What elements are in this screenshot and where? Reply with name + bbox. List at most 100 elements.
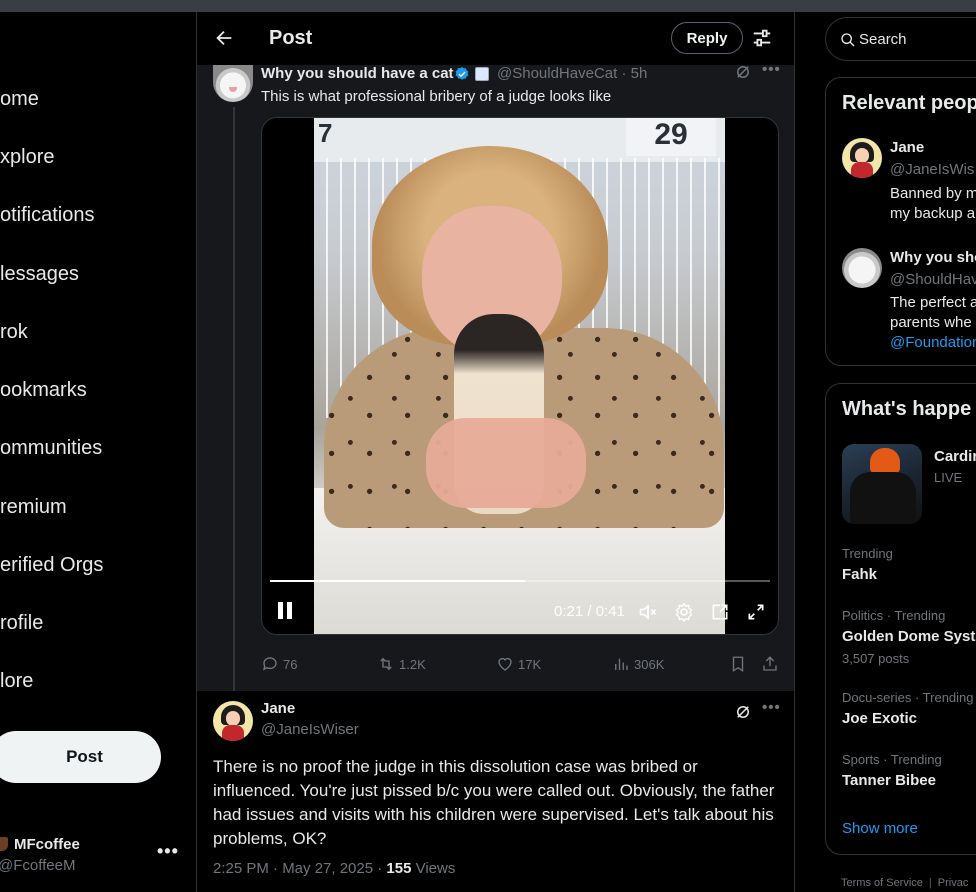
post-button[interactable]: Post — [0, 731, 161, 783]
trend-meta: Trending — [842, 546, 893, 561]
show-more-link[interactable]: Show more — [842, 820, 918, 837]
post-header: Post Reply — [197, 12, 794, 65]
tweet-author-name[interactable]: Why you should have a cat — [261, 65, 454, 82]
whats-happening-title: What's happe — [842, 398, 972, 420]
repost-action[interactable]: 1.2K — [377, 655, 426, 673]
main-column: Post Reply Why you should have a cat @Sh… — [196, 12, 795, 892]
nav-item-messages[interactable]: lessages — [0, 263, 79, 286]
news-thumbnail[interactable] — [842, 444, 922, 524]
avatar-face — [226, 711, 240, 726]
nav-item-more[interactable]: lore — [0, 670, 33, 693]
grok-icon[interactable] — [734, 703, 752, 721]
heart-icon — [498, 657, 512, 671]
trend-name[interactable]: Fahk — [842, 566, 877, 583]
nav-item-explore[interactable]: xplore — [0, 146, 54, 169]
news-live-status: LIVE — [934, 470, 963, 485]
left-navigation: ome xplore otifications lessages rok ook… — [0, 12, 196, 892]
trend-meta: Docu-series · Trending — [842, 690, 974, 705]
share-icon[interactable] — [761, 655, 779, 673]
nav-item-verified-orgs[interactable]: erified Orgs — [0, 554, 103, 577]
news-helmet — [870, 448, 900, 474]
nav-item-grok[interactable]: rok — [0, 321, 28, 344]
relevant-person-handle[interactable]: @JaneIsWis — [890, 161, 974, 178]
reply-button[interactable]: Reply — [671, 22, 743, 54]
nav-item-bookmarks[interactable]: ookmarks — [0, 379, 87, 402]
reply-author-name[interactable]: Jane — [261, 700, 295, 717]
reply-views-label: Views — [411, 860, 456, 877]
settings-gear-icon[interactable] — [674, 602, 694, 622]
account-more-icon[interactable]: ••• — [157, 841, 179, 862]
more-options-icon[interactable]: ••• — [762, 699, 781, 716]
avatar[interactable] — [842, 138, 882, 178]
reply-action[interactable]: 76 — [261, 655, 297, 673]
relevant-people-card: Relevant peop Jane @JaneIsWis Banned by … — [825, 77, 976, 366]
browser-top-bar — [0, 0, 976, 12]
nav-item-home[interactable]: ome — [0, 88, 39, 111]
relevant-person-handle[interactable]: @ShouldHav — [890, 271, 976, 288]
right-sidebar: Search Relevant peop Jane @JaneIsWis Ban… — [795, 12, 976, 892]
reply-author-handle[interactable]: @JaneIsWiser — [261, 721, 359, 738]
like-count: 17K — [518, 656, 542, 672]
video-sign-left: 7 — [318, 118, 333, 148]
reply-count: 76 — [283, 656, 298, 672]
reply-timestamp: 2:25 PM · May 27, 2025 · 155 Views — [213, 860, 455, 877]
avatar[interactable] — [213, 65, 253, 102]
footer-links: Terms of Service | Privac — [841, 877, 968, 889]
reply-icon — [262, 657, 277, 671]
analytics-icon — [615, 658, 628, 670]
reply-views-count: 155 — [386, 860, 412, 877]
trend-meta: Politics · Trending — [842, 608, 946, 623]
avatar-face — [855, 148, 869, 163]
tweet-handle-time[interactable]: @ShouldHaveCat · 5h — [497, 65, 647, 82]
grok-icon[interactable] — [734, 63, 752, 81]
trend-meta: Sports · Trending — [842, 752, 942, 767]
video-frame: 29 7 — [314, 118, 725, 634]
video-sign: 29 — [626, 118, 716, 156]
trend-name[interactable]: Tanner Bibee — [842, 772, 936, 789]
trend-name[interactable]: Joe Exotic — [842, 710, 917, 727]
bookmark-icon[interactable] — [729, 655, 747, 673]
pause-icon[interactable] — [276, 602, 294, 620]
fullscreen-icon[interactable] — [746, 602, 766, 622]
video-player[interactable]: 29 7 0:21 / 0:41 — [261, 117, 779, 635]
account-switcher[interactable]: MFcoffee @FcoffeeM ••• — [0, 833, 196, 879]
reply-tweet[interactable]: Jane @JaneIsWiser ••• There is no proof … — [197, 691, 794, 892]
tweet-actions: 76 1.2K 17K 306K — [261, 655, 781, 679]
relevant-person-bio: Banned by m — [890, 185, 976, 202]
tweet-text: This is what professional bribery of a j… — [261, 88, 612, 105]
back-arrow-icon[interactable] — [213, 27, 235, 49]
mute-icon[interactable] — [638, 602, 658, 622]
more-options-icon[interactable]: ••• — [762, 61, 780, 79]
reply-time[interactable]: 2:25 PM · May 27, 2025 · — [213, 860, 386, 877]
views-count: 306K — [634, 656, 665, 672]
picture-in-picture-icon[interactable] — [710, 602, 730, 622]
search-input[interactable]: Search — [825, 17, 976, 61]
nav-item-profile[interactable]: rofile — [0, 612, 43, 635]
avatar-body — [851, 162, 873, 178]
sliders-icon[interactable] — [751, 27, 773, 49]
avatar[interactable] — [842, 248, 882, 288]
nav-item-communities[interactable]: ommunities — [0, 437, 102, 460]
video-hands — [426, 418, 586, 508]
video-progress-bar[interactable] — [270, 580, 770, 582]
relevant-person-name[interactable]: Jane — [890, 139, 924, 156]
privacy-link[interactable]: Privac — [938, 877, 969, 889]
news-title[interactable]: Cardin — [934, 448, 976, 465]
relevant-person-name[interactable]: Why you sho — [890, 249, 976, 266]
relevant-person-bio: my backup a — [890, 205, 976, 222]
search-icon — [841, 33, 855, 47]
relevant-person-bio: parents whe — [890, 314, 972, 331]
trend-post-count: 3,507 posts — [842, 651, 910, 666]
trend-name[interactable]: Golden Dome Syst — [842, 628, 975, 645]
nav-item-notifications[interactable]: otifications — [0, 204, 95, 227]
like-action[interactable]: 17K — [496, 655, 541, 673]
views-action[interactable]: 306K — [612, 655, 664, 673]
account-name: MFcoffee — [14, 836, 80, 853]
terms-link[interactable]: Terms of Service — [841, 877, 923, 889]
reply-text: There is no proof the judge in this diss… — [213, 757, 775, 848]
repost-count: 1.2K — [399, 656, 426, 672]
nav-item-premium[interactable]: remium — [0, 496, 67, 519]
parent-tweet[interactable]: Why you should have a cat @ShouldHaveCat… — [197, 61, 794, 691]
avatar[interactable] — [213, 701, 253, 741]
relevant-person-bio-link[interactable]: @Foundation — [890, 333, 976, 353]
